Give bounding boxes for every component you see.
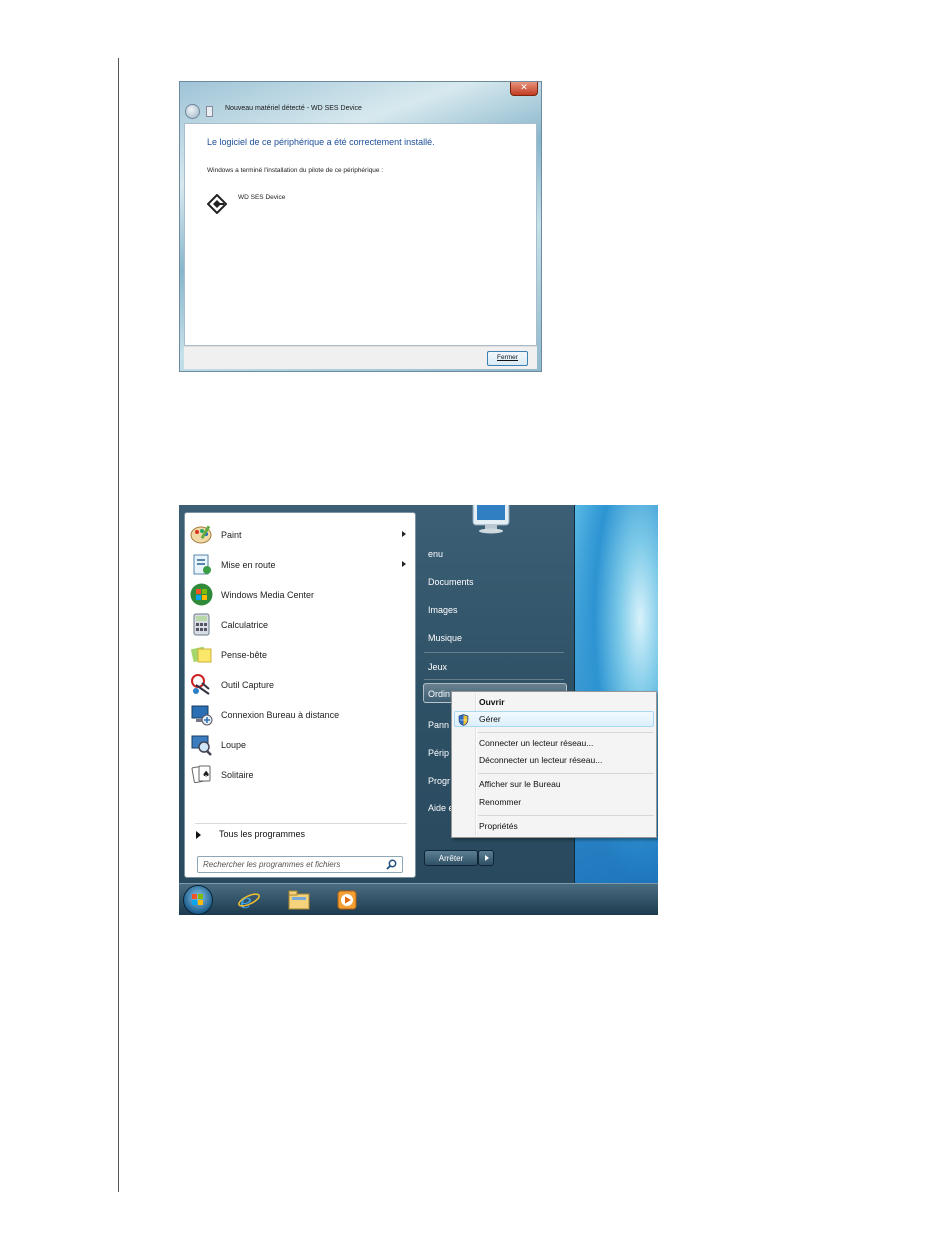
right-item-images[interactable]: Images xyxy=(428,605,458,615)
program-item-snipping-tool[interactable]: Outil Capture xyxy=(185,671,415,699)
program-label: Solitaire xyxy=(221,770,254,780)
shutdown-options-button[interactable] xyxy=(478,850,494,866)
calculator-icon xyxy=(193,613,210,636)
right-item-default-programs[interactable]: Progr xyxy=(428,776,450,786)
program-label: Connexion Bureau à distance xyxy=(221,710,340,720)
explorer-folder-icon[interactable] xyxy=(287,888,311,912)
program-item-media-center[interactable]: Windows Media Center xyxy=(185,581,415,609)
right-item-user[interactable]: enu xyxy=(428,549,443,559)
submenu-arrow-icon xyxy=(402,531,406,537)
hardware-title-icon xyxy=(206,106,213,117)
right-pane-divider xyxy=(424,652,564,653)
context-item-disconnect-drive[interactable]: Déconnecter un lecteur réseau... xyxy=(479,755,602,765)
program-item-calculator[interactable]: Calculatrice xyxy=(185,611,415,639)
program-item-magnifier[interactable]: Loupe xyxy=(185,731,415,759)
taskbar: e xyxy=(179,883,658,915)
computer-user-picture-icon xyxy=(472,505,510,534)
context-item-rename[interactable]: Renommer xyxy=(479,797,521,807)
program-item-getting-started[interactable]: Mise en route xyxy=(185,551,415,579)
wd-device-icon xyxy=(207,194,227,214)
svg-text:♠: ♠ xyxy=(202,770,210,780)
program-item-paint[interactable]: Paint xyxy=(185,521,415,549)
dialog-title: Nouveau matériel détecté - WD SES Device xyxy=(225,105,362,112)
context-separator xyxy=(478,815,654,816)
close-icon: ✕ xyxy=(520,83,528,93)
dialog-footer: Fermer xyxy=(184,346,537,369)
context-item-show-on-desktop[interactable]: Afficher sur le Bureau xyxy=(479,779,561,789)
context-item-map-drive[interactable]: Connecter un lecteur réseau... xyxy=(479,738,593,748)
paint-palette-icon xyxy=(190,525,212,544)
dialog-close-button[interactable]: ✕ xyxy=(510,82,538,96)
context-item-open[interactable]: Ouvrir xyxy=(479,697,505,707)
program-label: Paint xyxy=(221,530,242,540)
right-item-control-panel[interactable]: Pann xyxy=(428,720,449,730)
media-center-icon xyxy=(190,583,213,606)
program-label: Calculatrice xyxy=(221,620,269,630)
sticky-notes-icon xyxy=(190,646,212,663)
programs-pane: Paint Mise en route Windows Media Center… xyxy=(184,512,416,878)
solitaire-icon: ♠ xyxy=(191,765,211,784)
new-hardware-dialog: ✕ Nouveau matériel détecté - WD SES Devi… xyxy=(179,81,542,372)
shutdown-button[interactable]: Arrêter xyxy=(424,850,478,866)
program-item-solitaire[interactable]: ♠ Solitaire xyxy=(185,761,415,789)
dialog-body: Le logiciel de ce périphérique a été cor… xyxy=(184,123,537,346)
computer-context-menu: Ouvrir Gérer Connecter un lecteur réseau… xyxy=(451,691,657,838)
back-arrow-icon[interactable] xyxy=(185,104,200,119)
dialog-heading: Le logiciel de ce périphérique a été cor… xyxy=(207,137,435,147)
context-item-properties[interactable]: Propriétés xyxy=(479,821,518,831)
programs-divider xyxy=(195,823,407,824)
remote-desktop-icon xyxy=(191,705,213,726)
internet-explorer-icon[interactable]: e xyxy=(237,888,261,912)
right-pane-divider xyxy=(424,679,564,680)
snipping-tool-icon xyxy=(191,674,210,695)
start-orb-icon[interactable] xyxy=(183,885,213,915)
program-label: Windows Media Center xyxy=(221,590,315,600)
start-menu-screenshot: Paint Mise en route Windows Media Center… xyxy=(179,505,658,915)
program-label: Pense-bête xyxy=(221,650,268,660)
device-name: WD SES Device xyxy=(238,194,286,201)
magnifier-icon xyxy=(191,735,212,756)
windows-logo-icon xyxy=(192,894,203,905)
context-item-manage[interactable]: Gérer xyxy=(479,714,501,724)
search-icon[interactable] xyxy=(386,859,397,870)
all-programs-arrow-icon xyxy=(196,831,201,839)
right-item-games[interactable]: Jeux xyxy=(428,662,447,672)
right-item-music[interactable]: Musique xyxy=(428,633,462,643)
search-input[interactable]: Rechercher les programmes et fichiers xyxy=(197,856,403,873)
program-label: Mise en route xyxy=(221,560,276,570)
program-label: Loupe xyxy=(221,740,247,750)
context-separator xyxy=(478,773,654,774)
program-item-sticky-notes[interactable]: Pense-bête xyxy=(185,641,415,669)
media-player-icon[interactable] xyxy=(335,888,359,912)
getting-started-icon xyxy=(193,554,211,575)
right-item-devices[interactable]: Périp xyxy=(428,748,449,758)
uac-shield-icon xyxy=(458,714,469,726)
context-separator xyxy=(478,732,654,733)
right-item-computer[interactable]: Ordin xyxy=(428,689,450,699)
right-item-help[interactable]: Aide e xyxy=(428,803,454,813)
program-item-remote-desktop[interactable]: Connexion Bureau à distance xyxy=(185,701,415,729)
search-placeholder: Rechercher les programmes et fichiers xyxy=(203,860,341,869)
submenu-arrow-icon xyxy=(402,561,406,567)
dialog-description: Windows a terminé l'installation du pilo… xyxy=(207,167,384,174)
all-programs-link[interactable]: Tous les programmes xyxy=(219,829,305,839)
close-dialog-button[interactable]: Fermer xyxy=(487,351,528,366)
program-label: Outil Capture xyxy=(221,680,275,690)
page-margin-rule xyxy=(118,58,119,1192)
right-item-documents[interactable]: Documents xyxy=(428,577,474,587)
